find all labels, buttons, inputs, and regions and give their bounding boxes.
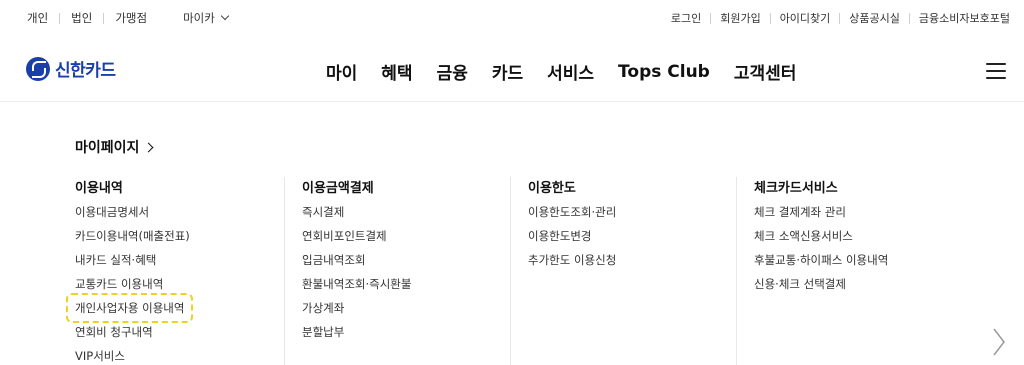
divider — [710, 12, 712, 24]
mega-menu-panel: 마이페이지 이용내역 이용대금명세서 카드이용내역(매출전표) 내카드 실적·혜… — [0, 103, 1024, 365]
menu-item[interactable]: 즉시결제 — [302, 204, 411, 228]
menu-item-label: 연회비 청구내역 — [75, 325, 153, 339]
column-divider — [284, 177, 285, 365]
nav-service[interactable]: 서비스 — [547, 59, 594, 84]
menu-column-limit: 이용한도 이용한도조회·관리 이용한도변경 추가한도 이용신청 — [528, 177, 616, 276]
menu-item-label: 가상계좌 — [302, 301, 345, 315]
menu-item[interactable]: VIP서비스 — [75, 348, 190, 365]
menu-item[interactable]: 환불내역조회·즉시환불 — [302, 276, 411, 300]
brand-name: 신한카드 — [55, 61, 116, 81]
menu-item-label: 카드이용내역(매출전표) — [75, 229, 190, 243]
link-corporate[interactable]: 법인 — [71, 10, 92, 26]
menu-list: 이용대금명세서 카드이용내역(매출전표) 내카드 실적·혜택 교통카드 이용내역… — [65, 204, 194, 365]
link-personal[interactable]: 개인 — [27, 10, 48, 26]
link-merchant[interactable]: 가맹점 — [115, 10, 147, 26]
divider — [103, 12, 105, 24]
menu-item[interactable]: 체크 결제계좌 관리 — [754, 204, 888, 228]
menu-item[interactable]: 내카드 실적·혜택 — [75, 252, 190, 276]
nav-my[interactable]: 마이 — [326, 59, 357, 84]
menu-item-label: 개인사업자용 이용내역 — [65, 293, 194, 323]
menu-item-label: 체크 소액신용서비스 — [754, 229, 853, 243]
menu-item[interactable]: 이용한도조회·관리 — [528, 204, 616, 228]
chevron-right-icon[interactable] — [992, 327, 1006, 357]
nav-finance[interactable]: 금융 — [437, 59, 468, 84]
nav-card[interactable]: 카드 — [492, 59, 523, 84]
menu-item[interactable]: 연회비 청구내역 — [75, 324, 190, 348]
utility-bar: 개인 법인 가맹점 마이카 로그인 회원가입 아이디찾기 상품공시실 금융소비자… — [0, 0, 1024, 36]
nav-customer-center[interactable]: 고객센터 — [734, 59, 797, 84]
customer-type-links: 개인 법인 가맹점 마이카 — [27, 10, 230, 26]
link-product-disclosure[interactable]: 상품공시실 — [849, 10, 900, 26]
menu-item[interactable]: 분할납부 — [302, 324, 411, 348]
global-navigation: 신한카드 마이 혜택 금융 카드 서비스 Tops Club 고객센터 — [0, 36, 1024, 102]
column-title: 이용금액결제 — [302, 181, 374, 196]
menu-item-label: 추가한도 이용신청 — [528, 253, 617, 267]
menu-item-label: 이용한도변경 — [528, 229, 592, 243]
divider — [59, 12, 61, 24]
link-consumer-protection[interactable]: 금융소비자보호포털 — [919, 10, 1010, 26]
hamburger-line — [986, 70, 1006, 72]
menu-item[interactable]: 신용·체크 선택결제 — [754, 276, 888, 300]
column-divider — [510, 177, 511, 365]
next-page-arrow — [993, 328, 1005, 356]
link-login[interactable]: 로그인 — [671, 10, 701, 26]
nav-benefits[interactable]: 혜택 — [381, 59, 412, 84]
main-menu: 마이 혜택 금융 카드 서비스 Tops Club 고객센터 — [326, 59, 797, 85]
hamburger-menu-icon[interactable] — [986, 63, 1006, 79]
menu-item-label: 신용·체크 선택결제 — [754, 277, 846, 291]
link-signup[interactable]: 회원가입 — [720, 10, 760, 26]
myca-dropdown[interactable]: 마이카 — [183, 10, 230, 26]
hamburger-line — [986, 63, 1006, 65]
nav-tops-club[interactable]: Tops Club — [618, 62, 710, 82]
menu-item-label: 입금내역조회 — [302, 253, 366, 267]
menu-item[interactable]: 카드이용내역(매출전표) — [75, 228, 190, 252]
column-divider — [736, 177, 737, 365]
menu-column-check-card: 체크카드서비스 체크 결제계좌 관리 체크 소액신용서비스 후불교통·하이패스 … — [754, 177, 888, 300]
menu-item-label: VIP서비스 — [75, 349, 125, 363]
hamburger-line — [986, 77, 1006, 79]
menu-list: 체크 결제계좌 관리 체크 소액신용서비스 후불교통·하이패스 이용내역 신용·… — [754, 204, 888, 300]
column-title: 이용한도 — [528, 181, 576, 196]
menu-list: 이용한도조회·관리 이용한도변경 추가한도 이용신청 — [528, 204, 616, 276]
menu-item-label: 환불내역조회·즉시환불 — [302, 277, 412, 291]
chevron-down-icon — [220, 11, 230, 21]
menu-item-label: 연회비포인트결제 — [302, 229, 387, 243]
menu-item[interactable]: 이용대금명세서 — [75, 204, 190, 228]
menu-column-usage-history: 이용내역 이용대금명세서 카드이용내역(매출전표) 내카드 실적·혜택 교통카드… — [65, 177, 194, 365]
account-links: 로그인 회원가입 아이디찾기 상품공시실 금융소비자보호포털 — [671, 10, 1010, 26]
menu-item-highlighted[interactable]: 개인사업자용 이용내역 — [65, 293, 194, 324]
shinhan-logo-icon — [26, 56, 50, 81]
menu-item-label: 교통카드 이용내역 — [75, 277, 164, 291]
chevron-right-icon — [143, 142, 154, 152]
menu-item-label: 내카드 실적·혜택 — [75, 253, 157, 267]
link-find-id[interactable]: 아이디찾기 — [780, 10, 831, 26]
menu-item-label: 분할납부 — [302, 325, 345, 339]
mypage-label: 마이페이지 — [75, 140, 140, 156]
menu-item-label: 이용한도조회·관리 — [528, 205, 617, 219]
mypage-link[interactable]: 마이페이지 — [75, 137, 154, 157]
menu-item[interactable]: 체크 소액신용서비스 — [754, 228, 888, 252]
column-title: 이용내역 — [75, 181, 123, 196]
menu-item[interactable]: 연회비포인트결제 — [302, 228, 411, 252]
divider — [839, 12, 841, 24]
menu-list: 즉시결제 연회비포인트결제 입금내역조회 환불내역조회·즉시환불 가상계좌 분할… — [302, 204, 411, 348]
menu-item-label: 이용대금명세서 — [75, 205, 150, 219]
menu-item[interactable]: 추가한도 이용신청 — [528, 252, 616, 276]
column-title: 체크카드서비스 — [754, 181, 838, 196]
divider — [908, 12, 910, 24]
menu-item[interactable]: 가상계좌 — [302, 300, 411, 324]
myca-label: 마이카 — [183, 11, 215, 25]
menu-item[interactable]: 이용한도변경 — [528, 228, 616, 252]
menu-item[interactable]: 입금내역조회 — [302, 252, 411, 276]
menu-item[interactable]: 후불교통·하이패스 이용내역 — [754, 252, 888, 276]
menu-item-label: 체크 결제계좌 관리 — [754, 205, 846, 219]
menu-column-payment: 이용금액결제 즉시결제 연회비포인트결제 입금내역조회 환불내역조회·즉시환불 … — [302, 177, 411, 348]
brand-logo[interactable]: 신한카드 — [26, 56, 116, 81]
menu-item-label: 즉시결제 — [302, 205, 345, 219]
divider — [769, 12, 771, 24]
menu-item-label: 후불교통·하이패스 이용내역 — [754, 253, 889, 267]
